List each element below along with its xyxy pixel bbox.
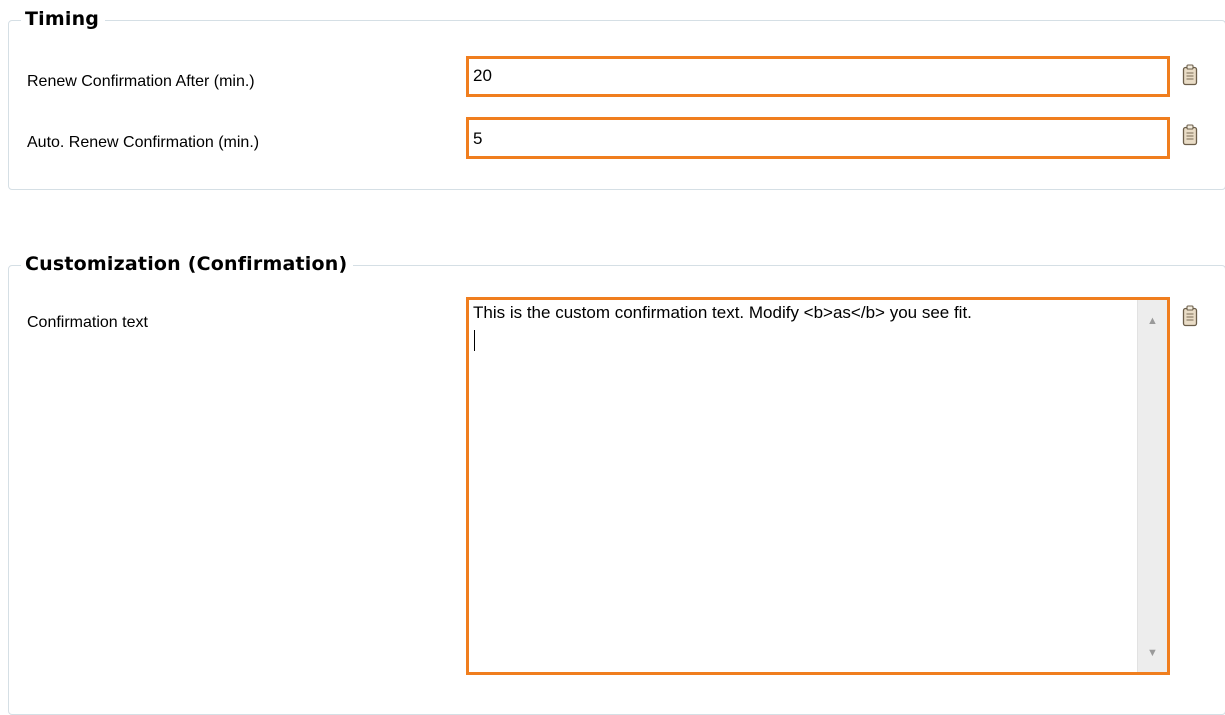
- timing-group-title: Timing: [21, 7, 106, 31]
- confirmation-text-value: This is the custom confirmation text. Mo…: [473, 303, 972, 322]
- auto-renew-confirmation-input[interactable]: 5: [466, 117, 1170, 159]
- timing-group: Timing: [8, 7, 1225, 190]
- auto-renew-confirmation-label: Auto. Renew Confirmation (min.): [27, 134, 260, 151]
- renew-confirmation-after-input[interactable]: 20: [466, 56, 1170, 97]
- customization-group-title: Customization (Confirmation): [21, 252, 354, 276]
- clipboard-icon[interactable]: [1182, 124, 1198, 146]
- chevron-up-icon[interactable]: ▲: [1138, 310, 1167, 332]
- clipboard-icon[interactable]: [1182, 64, 1198, 86]
- clipboard-icon[interactable]: [1182, 305, 1198, 327]
- confirmation-text-label: Confirmation text: [27, 314, 148, 331]
- confirmation-text-area[interactable]: This is the custom confirmation text. Mo…: [466, 297, 1170, 675]
- text-caret: [474, 330, 475, 351]
- renew-confirmation-after-label: Renew Confirmation After (min.): [27, 73, 255, 90]
- chevron-down-icon[interactable]: ▼: [1138, 642, 1167, 664]
- vertical-scrollbar[interactable]: ▲ ▼: [1137, 300, 1167, 672]
